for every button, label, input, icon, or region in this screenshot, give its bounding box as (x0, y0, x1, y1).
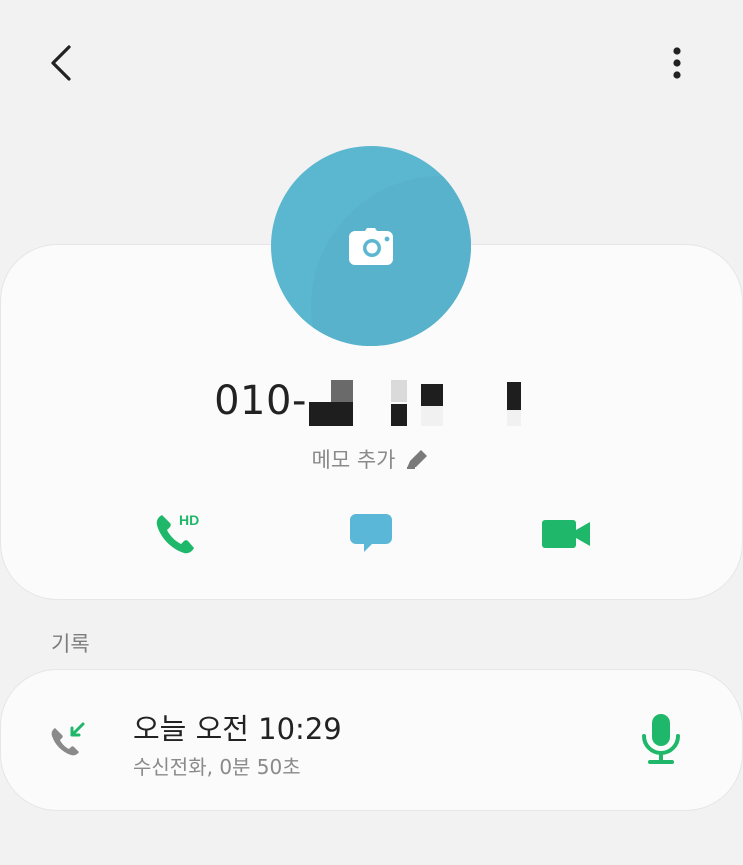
more-vertical-icon (673, 47, 681, 79)
redacted-digits (308, 380, 529, 426)
microphone-icon (642, 714, 680, 764)
incoming-call-icon (51, 722, 85, 756)
chevron-left-icon (51, 45, 71, 81)
add-memo-button[interactable]: 메모 추가 (0, 444, 743, 474)
hd-voice-call-button[interactable]: HD (150, 506, 210, 562)
hd-badge: HD (179, 512, 199, 528)
video-call-button[interactable] (536, 506, 596, 562)
phone-number-prefix: 010- (214, 378, 307, 424)
message-bubble-icon (350, 514, 392, 552)
phone-hd-icon: HD (156, 512, 199, 554)
history-detail: 수신전화, 0분 50초 (133, 755, 301, 779)
more-options-button[interactable] (652, 38, 702, 88)
call-recording-button[interactable] (633, 710, 689, 770)
back-button[interactable] (36, 38, 86, 88)
phone-number: 010- (0, 378, 743, 426)
history-section-title: 기록 (51, 632, 90, 656)
avatar[interactable] (271, 146, 471, 346)
history-time: 오늘 오전 10:29 (133, 712, 342, 746)
memo-label: 메모 추가 (311, 448, 396, 472)
call-log-detail-screen: 010- 메모 추가 HD 기록 오늘 오전 10:29 수신전화, 0분 50… (0, 0, 743, 865)
video-camera-icon (542, 520, 590, 548)
history-entry[interactable]: 오늘 오전 10:29 수신전화, 0분 50초 (1, 670, 742, 810)
message-button[interactable] (341, 506, 401, 562)
camera-icon (349, 228, 393, 265)
pencil-icon (407, 450, 428, 469)
